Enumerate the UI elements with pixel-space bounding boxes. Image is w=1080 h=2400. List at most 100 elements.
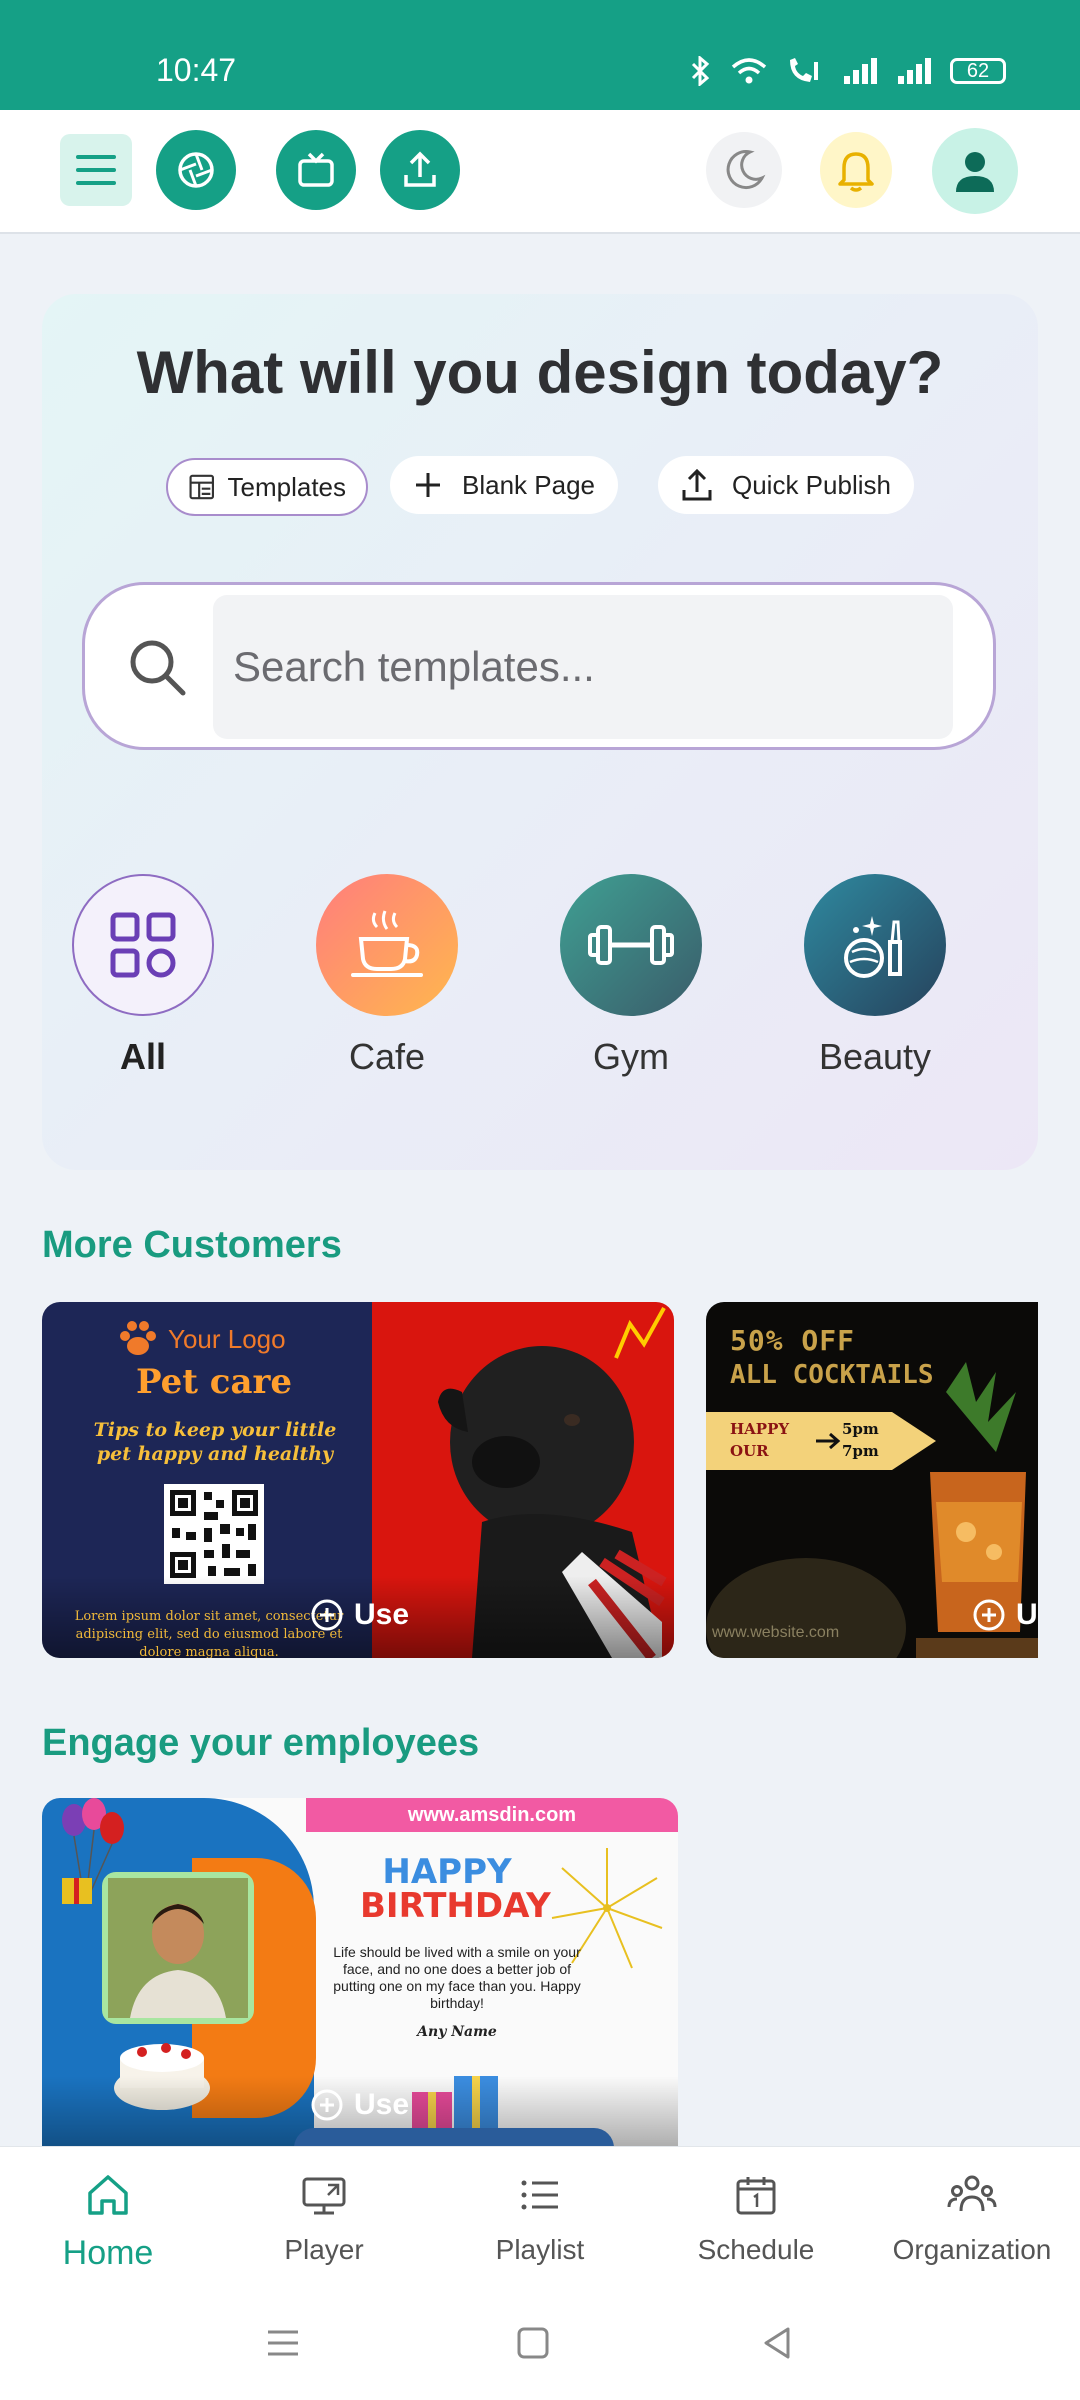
tv-icon [298, 152, 334, 187]
category-beauty[interactable]: Beauty [802, 874, 948, 1078]
qr-code [164, 1484, 264, 1584]
plus-icon [416, 473, 440, 497]
birthday-message: Life should be lived with a smile on you… [333, 1944, 581, 2011]
category-all-label: All [119, 1036, 166, 1077]
use-button[interactable]: Use [310, 1598, 409, 1632]
people-icon [947, 2175, 997, 2212]
decor-circle [706, 1558, 906, 1658]
paw-icon [120, 1321, 156, 1355]
quick-publish-chip[interactable]: Quick Publish [658, 456, 914, 514]
bottom-navigation: Home Player Playlist Schedule Organizati… [0, 2146, 1080, 2287]
hero-title: What will you design today? [136, 339, 944, 406]
nav-playlist-label: Playlist [495, 2234, 585, 2265]
hamburger-icon [76, 155, 116, 185]
time-end: 7pm [842, 1442, 879, 1460]
back-triangle-icon[interactable] [760, 2326, 794, 2360]
category-cafe-circle [316, 874, 458, 1016]
template-card-cocktails[interactable]: 50% OFF ALL COCKTAILS HAPPY OUR 5pm 7pm … [706, 1302, 1038, 1658]
category-cafe[interactable]: Cafe [314, 874, 460, 1078]
nav-home-label: Home [62, 2234, 154, 2272]
cocktail-headline-1: 50% OFF [730, 1324, 856, 1357]
birthday-bottom-bar [294, 2128, 614, 2146]
category-cafe-label: Cafe [348, 1036, 426, 1077]
use-button-cocktails[interactable]: U [972, 1598, 1038, 1632]
use-button-birthday[interactable]: Use [310, 2088, 409, 2122]
aperture-icon [178, 152, 214, 188]
template-card-pet-care[interactable]: Your Logo Pet care Tips to keep your lit… [42, 1302, 674, 1658]
templates-icon [189, 474, 214, 500]
add-circle-icon [311, 2089, 343, 2121]
birthday-url-banner: www.amsdin.com [306, 1798, 678, 1832]
quick-publish-chip-label: Quick Publish [732, 469, 891, 500]
dumbbell-icon [588, 925, 674, 965]
monitor-icon [302, 2177, 346, 2215]
pet-logo-text: Your Logo [168, 1323, 286, 1354]
category-all[interactable]: All [70, 874, 216, 1078]
home-square-icon[interactable] [516, 2326, 550, 2360]
nav-player[interactable]: Player [224, 2171, 424, 2266]
hero-card: What will you design today? Templates Bl… [42, 294, 1038, 1170]
nav-organization-label: Organization [892, 2234, 1052, 2265]
birthday-name: Any Name [417, 2024, 497, 2040]
grid-icon [110, 912, 176, 978]
status-bar: 10:47 62 [0, 0, 1080, 110]
search-box[interactable]: Search templates... [82, 582, 996, 750]
wifi-icon [731, 58, 767, 84]
battery-indicator: 62 [950, 58, 1006, 84]
nav-playlist[interactable]: Playlist [440, 2171, 640, 2266]
category-beauty-circle [804, 874, 946, 1016]
happy-hour-label-2: OUR [730, 1442, 769, 1460]
use-button-birthday-label: Use [354, 2088, 410, 2121]
call-wifi-icon [790, 58, 818, 82]
nav-player-label: Player [284, 2234, 364, 2265]
design-button[interactable] [156, 130, 236, 210]
bluetooth-icon [691, 56, 710, 86]
tv-button[interactable] [276, 130, 356, 210]
moon-icon [726, 150, 766, 190]
recent-apps-icon[interactable] [266, 2326, 300, 2360]
cocktail-website: www.website.com [712, 1624, 840, 1641]
birthday-word: BIRTHDAY [360, 1886, 551, 1926]
category-beauty-label: Beauty [818, 1036, 932, 1077]
category-all-circle [72, 874, 214, 1016]
template-card-birthday[interactable]: www.amsdin.com HAPPY BIRTHDAY Life shoul… [42, 1798, 678, 2146]
upload-icon [404, 151, 436, 187]
pet-logo-row: Your Logo [118, 1320, 286, 1358]
upload-icon [682, 468, 712, 501]
section-title-engage-employees: Engage your employees [42, 1722, 480, 1764]
use-button-label: Use [354, 1598, 410, 1631]
menu-button[interactable] [60, 134, 132, 206]
system-navigation-bar [0, 2286, 1080, 2400]
notifications-button[interactable] [820, 132, 892, 208]
cocktail-headline-2: ALL COCKTAILS [730, 1360, 934, 1390]
status-time: 10:47 [156, 52, 237, 88]
blank-page-chip-label: Blank Page [462, 469, 595, 500]
search-input[interactable]: Search templates... [213, 595, 953, 739]
makeup-icon [844, 916, 902, 978]
templates-chip-label: Templates [227, 471, 347, 502]
nav-schedule[interactable]: Schedule [656, 2171, 856, 2266]
use-button-cocktails-label: U [1016, 1598, 1038, 1631]
nav-organization[interactable]: Organization [872, 2171, 1072, 2266]
search-icon [130, 640, 186, 696]
bell-icon [838, 152, 874, 192]
app-bar [0, 110, 1080, 234]
blank-page-chip[interactable]: Blank Page [390, 456, 618, 514]
pet-tagline: Tips to keep your little pet happy and h… [93, 1419, 337, 1465]
category-gym-label: Gym [593, 1036, 669, 1077]
category-gym[interactable]: Gym [558, 874, 704, 1078]
happy-hour-label-1: HAPPY [730, 1420, 790, 1438]
coffee-cup-icon [351, 910, 423, 977]
child-photo [102, 1872, 254, 2024]
add-circle-icon [311, 1599, 343, 1631]
user-icon [956, 152, 994, 192]
list-icon [521, 2180, 558, 2210]
signal-icon [844, 58, 877, 84]
upload-button[interactable] [380, 130, 460, 210]
nav-home[interactable]: Home [8, 2171, 208, 2273]
nav-schedule-label: Schedule [697, 2234, 815, 2265]
templates-chip[interactable]: Templates [166, 458, 368, 516]
profile-avatar[interactable] [932, 128, 1018, 214]
dark-mode-toggle[interactable] [706, 132, 782, 208]
add-circle-icon [973, 1599, 1005, 1631]
